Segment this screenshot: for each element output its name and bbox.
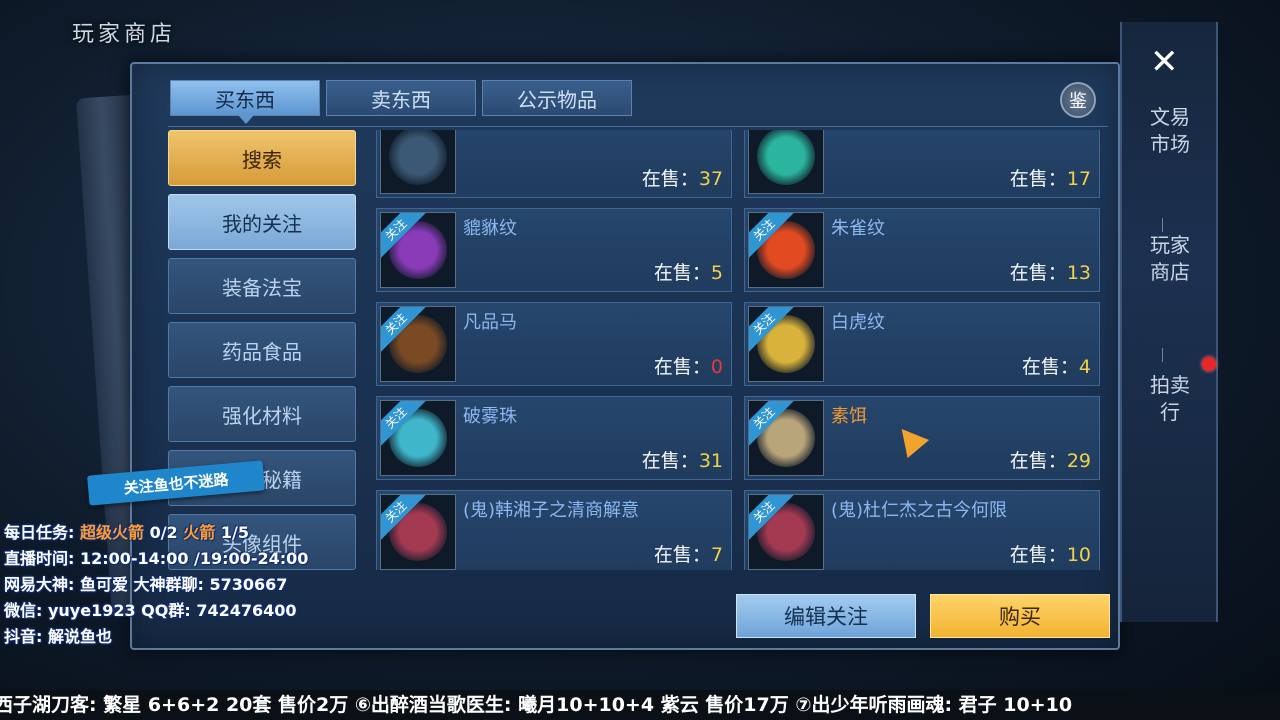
stream-overlay: 每日任务: 超级火箭 0/2 火箭 1/5 直播时间: 12:00-14:00 …	[4, 520, 308, 650]
item-art	[757, 130, 815, 185]
category-menu: 搜索 我的关注 装备法宝 药品食品 强化材料 技能秘籍 头像组件	[168, 130, 358, 570]
item-grid: 在售：37 在售：17 关注 貔貅纹 在售：5 关注 朱雀纹 在售：13 关注 凡品马 在售：0 关注…	[376, 130, 1106, 570]
item-name: 白虎纹	[831, 312, 885, 333]
sale-prefix: 在售：	[653, 544, 711, 566]
daily-task-item2: 火箭	[183, 523, 216, 542]
sale-prefix: 在售：	[641, 450, 699, 472]
item-icon: 关注	[380, 494, 456, 570]
item-name: 凡品马	[463, 312, 517, 333]
appraise-button[interactable]: 鉴	[1060, 82, 1096, 118]
item-icon: 关注	[748, 494, 824, 570]
sale-number: 4	[1078, 356, 1091, 378]
sale-prefix: 在售：	[1009, 450, 1067, 472]
menu-enhance-material[interactable]: 强化材料	[168, 386, 356, 442]
side-entry-player-shop[interactable]: 玩家商店	[1150, 232, 1190, 286]
item-name: (鬼)杜仁杰之古今何限	[831, 500, 1008, 521]
side-divider	[1162, 348, 1163, 362]
daily-task-progress1: 0/2	[149, 523, 178, 542]
item-sale-count: 在售：0	[654, 352, 723, 379]
item-icon: 关注	[748, 400, 824, 476]
close-icon[interactable]: ✕	[1150, 42, 1179, 82]
item-icon: 关注	[748, 212, 824, 288]
menu-my-follows[interactable]: 我的关注	[168, 194, 356, 250]
netease-info: 网易大神: 鱼可爱 大神群聊: 5730667	[4, 575, 288, 594]
side-divider	[1162, 218, 1163, 232]
menu-medicine-food[interactable]: 药品食品	[168, 322, 356, 378]
daily-task-label: 每日任务:	[4, 523, 75, 542]
side-entry-auction[interactable]: 拍卖行	[1150, 372, 1190, 426]
edit-follows-button[interactable]: 编辑关注	[736, 594, 916, 638]
item-icon: 关注	[380, 212, 456, 288]
item-name: 朱雀纹	[831, 218, 885, 239]
item-icon: 关注	[380, 400, 456, 476]
daily-task-item1: 超级火箭	[79, 523, 144, 542]
sale-prefix: 在售：	[1021, 356, 1079, 378]
item-name: 貔貅纹	[463, 218, 517, 239]
item-name: (鬼)韩湘子之清商解意	[463, 500, 640, 521]
item-icon: 关注	[380, 306, 456, 382]
item-card[interactable]: 在售：37	[376, 130, 732, 198]
side-entry-trade-market[interactable]: 文易市场	[1150, 104, 1190, 158]
sale-number: 17	[1066, 168, 1091, 190]
notification-dot	[1202, 357, 1216, 371]
sale-prefix: 在售：	[1009, 168, 1067, 190]
ticker-text: 西子湖刀客: 繁星 6+6+2 20套 售价2万 ⑥出醉酒当歌医生: 曦月10+…	[0, 694, 1073, 716]
item-sale-count: 在售：13	[1010, 258, 1091, 285]
item-card[interactable]: 关注 破雾珠在售：31	[376, 396, 732, 480]
daily-task-progress2: 1/5	[220, 523, 249, 542]
sale-prefix: 在售：	[653, 356, 711, 378]
side-navigation: ✕ 文易市场 玩家商店 拍卖行	[1120, 22, 1218, 622]
scrolling-ticker: 西子湖刀客: 繁星 6+6+2 20套 售价2万 ⑥出醉酒当歌医生: 曦月10+…	[0, 690, 1280, 720]
item-sale-count: 在售：17	[1010, 164, 1091, 191]
daily-task-row: 每日任务: 超级火箭 0/2 火箭 1/5	[4, 520, 308, 546]
item-sale-count: 在售：37	[642, 164, 723, 191]
item-icon	[380, 130, 456, 194]
sale-number: 31	[698, 450, 723, 472]
item-sale-count: 在售：31	[642, 446, 723, 473]
item-icon	[748, 130, 824, 194]
sale-number: 10	[1066, 544, 1091, 566]
tab-divider	[168, 126, 1108, 127]
menu-equipment[interactable]: 装备法宝	[168, 258, 356, 314]
item-card[interactable]: 关注 朱雀纹在售：13	[744, 208, 1100, 292]
item-card[interactable]: 关注 凡品马在售：0	[376, 302, 732, 386]
wechat-info: 微信: yuye1923 QQ群: 742476400	[4, 601, 297, 620]
item-name: 素饵	[831, 406, 867, 427]
sale-prefix: 在售：	[1009, 262, 1067, 284]
tab-sell[interactable]: 卖东西	[326, 80, 476, 116]
item-card[interactable]: 关注 貔貅纹在售：5	[376, 208, 732, 292]
item-icon: 关注	[748, 306, 824, 382]
item-sale-count: 在售：4	[1022, 352, 1091, 379]
sale-number: 0	[710, 356, 723, 378]
item-sale-count: 在售：10	[1010, 540, 1091, 567]
sale-number: 37	[698, 168, 723, 190]
item-name: 破雾珠	[463, 406, 517, 427]
tab-public-items[interactable]: 公示物品	[482, 80, 632, 116]
sale-number: 13	[1066, 262, 1091, 284]
item-card[interactable]: 关注 (鬼)杜仁杰之古今何限 在售：10	[744, 490, 1100, 570]
item-sale-count: 在售：29	[1010, 446, 1091, 473]
stream-time: 直播时间: 12:00-14:00 /19:00-24:00	[4, 549, 309, 568]
buy-button[interactable]: 购买	[930, 594, 1110, 638]
item-art	[389, 130, 447, 185]
item-sale-count: 在售：7	[654, 540, 723, 567]
sale-number: 5	[710, 262, 723, 284]
item-card[interactable]: 关注 白虎纹在售：4	[744, 302, 1100, 386]
sale-number: 29	[1066, 450, 1091, 472]
sale-prefix: 在售：	[653, 262, 711, 284]
menu-search[interactable]: 搜索	[168, 130, 356, 186]
item-card[interactable]: 在售：17	[744, 130, 1100, 198]
item-sale-count: 在售：5	[654, 258, 723, 285]
sale-prefix: 在售：	[1009, 544, 1067, 566]
item-card[interactable]: 关注 (鬼)韩湘子之清商解意 在售：7	[376, 490, 732, 570]
sale-number: 7	[710, 544, 723, 566]
douyin-info: 抖音: 解说鱼也	[4, 627, 112, 646]
page-title: 玩家商店	[72, 22, 177, 47]
sale-prefix: 在售：	[641, 168, 699, 190]
tab-buy[interactable]: 买东西	[170, 80, 320, 124]
